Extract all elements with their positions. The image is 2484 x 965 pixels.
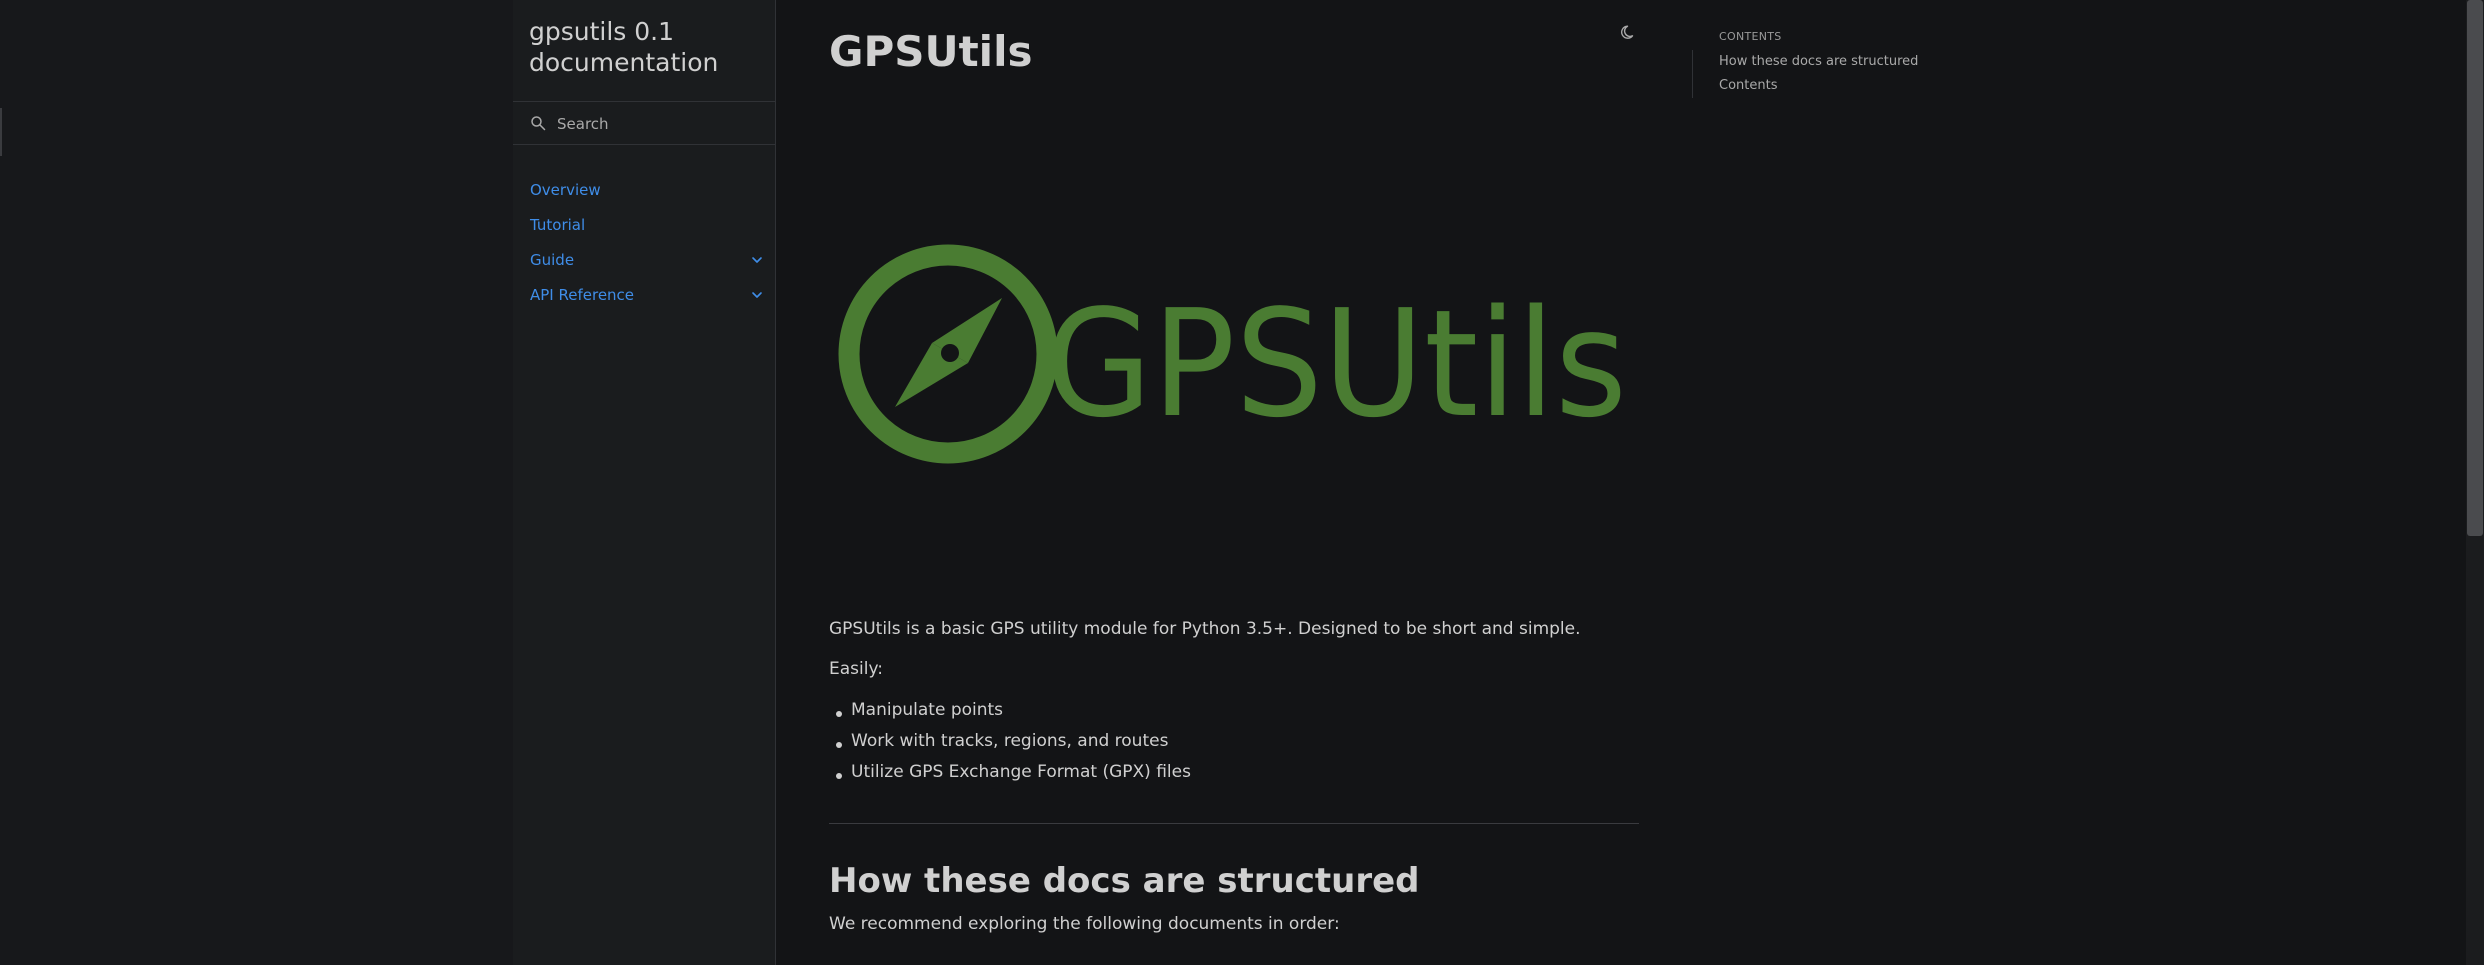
easily-label: Easily: [829,659,884,679]
toc-list: How these docs are structured Contents [1692,50,1918,98]
search-input[interactable] [555,110,765,138]
toc-heading: Contents [1719,30,1782,43]
compass-icon [838,244,1058,464]
gpsutils-logo: GPSUtils [838,244,1627,464]
list-item: Utilize GPS Exchange Format (GPX) files [829,762,1191,793]
brand-title[interactable]: gpsutils 0.1 documentation [529,16,769,78]
left-gutter [0,0,513,965]
sidebar-item-api-reference[interactable]: API Reference [513,277,775,312]
sidebar-item-label: API Reference [530,285,635,304]
feature-list: Manipulate points Work with tracks, regi… [829,700,1191,793]
section-intro: We recommend exploring the following doc… [829,914,1340,934]
toc-item-contents[interactable]: Contents [1719,74,1918,98]
intro-paragraph: GPSUtils is a basic GPS utility module f… [829,619,1581,639]
list-item: Manipulate points [829,700,1191,731]
sidebar-search [513,101,775,145]
sidebar-item-tutorial[interactable]: Tutorial [513,207,775,242]
sidebar-item-label: Overview [530,180,601,199]
sidebar: gpsutils 0.1 documentation Overview Tuto… [513,0,776,965]
section-divider [829,823,1639,824]
search-icon [531,116,546,131]
section-title: How these docs are structured [829,861,1420,901]
chevron-down-icon[interactable] [750,288,764,302]
page-title: GPSUtils [829,27,1033,76]
toc-item-how-these-docs[interactable]: How these docs are structured [1719,50,1918,74]
scrollbar-thumb[interactable] [2467,0,2483,536]
moon-icon[interactable] [1620,23,1638,41]
sidebar-item-overview[interactable]: Overview [513,172,775,207]
chevron-down-icon[interactable] [750,253,764,267]
sidebar-item-label: Guide [530,250,575,269]
gutter-edge-mark [0,108,2,156]
sidebar-nav: Overview Tutorial Guide API Reference [513,172,775,312]
list-item: Work with tracks, regions, and routes [829,731,1191,762]
logo-wordmark: GPSUtils [1045,278,1627,450]
sidebar-item-label: Tutorial [530,215,586,234]
sidebar-item-guide[interactable]: Guide [513,242,775,277]
